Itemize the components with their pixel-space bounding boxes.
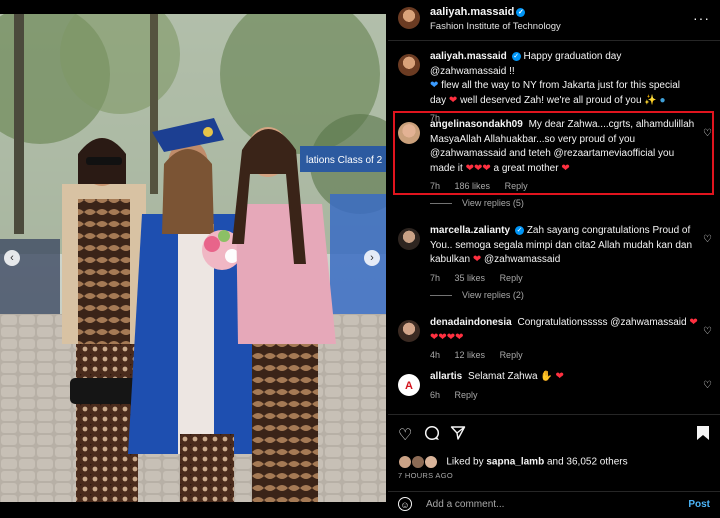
comment-likes[interactable]: 12 likes [455,350,486,360]
heart-icon: ♡ [398,427,413,444]
graduation-photo: lations Class of 2 [0,14,386,502]
comment-username[interactable]: marcella.zalianty [430,225,510,236]
post-location[interactable]: Fashion Institute of Technology [430,21,561,32]
comment-like-button[interactable]: ♡ [703,234,712,245]
comment-text: Congratulationsssss @zahwamassaid [517,317,687,328]
comment-avatar[interactable] [398,320,420,342]
liker-avatar [423,455,438,469]
clap-icon: ✋ [540,371,553,382]
add-comment-bar: ☺ Post [388,491,720,518]
post-media-pane: lations Class of 2 ‹ › [0,0,388,516]
author-username[interactable]: aaliyah.massaid [430,6,514,18]
author-avatar[interactable] [398,7,420,29]
caption-username[interactable]: aaliyah.massaid [430,51,507,62]
verified-badge-icon: ✓ [515,226,525,235]
red-heart-icon: ❤ [448,94,458,106]
share-button[interactable] [450,425,466,446]
comment-likes[interactable]: 35 likes [455,273,486,283]
liked-user[interactable]: sapna_lamb [486,457,544,468]
comment-avatar[interactable] [398,122,420,144]
svg-text:A: A [405,380,413,392]
comment-reply-button[interactable]: Reply [455,390,478,400]
comment-time: 7h [430,272,441,283]
blue-heart-icon: ❤ [430,80,439,91]
chevron-left-icon: ‹ [10,252,14,264]
caption-text-line3b: well deserved Zah! we're all proud of yo… [460,94,642,106]
more-options-button[interactable]: ··· [693,10,710,26]
post-photo[interactable]: lations Class of 2 [0,14,386,502]
next-photo-button[interactable]: › [364,250,380,266]
bookmark-icon [697,426,709,440]
caption-avatar[interactable] [398,54,420,76]
heart-outline-icon: ♡ [703,128,712,139]
caption-text-line2: flew all the way to NY from Jakarta just… [441,80,680,91]
globe-icon: ● [659,94,666,106]
heart-outline-icon: ♡ [703,380,712,391]
liked-prefix: Liked by [446,456,484,468]
view-replies-button[interactable]: View replies (5) [430,198,524,208]
comment-text: Selamat Zahwa [468,371,538,382]
allartis-logo-icon: A [405,380,413,392]
post-time-ago: 7 HOURS AGO [398,471,453,480]
liker-avatar [398,455,412,469]
comment-like-button[interactable]: ♡ [703,380,712,391]
heart-outline-icon: ♡ [703,326,712,337]
liker-avatar [410,455,425,469]
liked-suffix[interactable]: and 36,052 others [547,457,628,468]
sparkles-icon: ✨ [644,94,657,106]
red-heart-icon: ❤ [561,162,570,174]
comment-username[interactable]: allartis [430,371,462,382]
post-details-panel: aaliyah.massaid ✓ Fashion Institute of Te… [388,0,720,516]
red-heart-icon: ❤ [472,254,482,265]
comment-text-end: a great mother [493,162,559,174]
comment-input[interactable] [424,498,668,511]
save-button[interactable] [696,425,710,446]
comment-like-button[interactable]: ♡ [703,326,712,337]
post-actions: ♡ Liked by sapna_lamb and 36,052 others … [388,414,720,515]
chevron-right-icon: › [370,252,374,264]
more-horizontal-icon: ··· [693,10,710,26]
comment-reply-button[interactable]: Reply [500,350,523,360]
comment-avatar[interactable]: A [398,374,420,396]
comment-button[interactable] [424,425,440,446]
comment-reply-button[interactable]: Reply [500,273,523,283]
comment-username[interactable]: denadaindonesia [430,317,512,328]
banner-text: lations Class of 2 [306,155,383,166]
comment-likes[interactable]: 186 likes [455,181,491,191]
heart-outline-icon: ♡ [703,234,712,245]
comment-like-button[interactable]: ♡ [703,128,712,139]
verified-badge-icon: ✓ [516,8,526,17]
caption-text-line3: day [430,94,447,106]
post-header: aaliyah.massaid ✓ Fashion Institute of Te… [388,0,720,41]
red-heart-icon: ❤ [555,371,564,382]
comment-username[interactable]: angelinasondakh09 [430,119,523,130]
comment-time: 4h [430,350,441,360]
comment-time: 6h [430,389,441,400]
comment-text-end[interactable]: @zahwamassaid [484,254,560,265]
prev-photo-button[interactable]: ‹ [4,250,20,266]
send-icon [450,426,466,440]
red-heart-icon: ❤❤❤ [465,162,491,174]
emoji-icon[interactable]: ☺ [398,497,412,511]
verified-badge-icon: ✓ [511,52,521,61]
likes-summary: Liked by sapna_lamb and 36,052 others [398,455,628,469]
comment-avatar[interactable] [398,228,420,250]
post-comment-button[interactable]: Post [688,499,710,510]
comment-reply-button[interactable]: Reply [505,181,528,191]
like-button[interactable]: ♡ [398,425,412,445]
comment-icon [424,425,440,441]
view-replies-button[interactable]: View replies (2) [430,290,524,300]
comment-time: 7h [430,181,441,191]
